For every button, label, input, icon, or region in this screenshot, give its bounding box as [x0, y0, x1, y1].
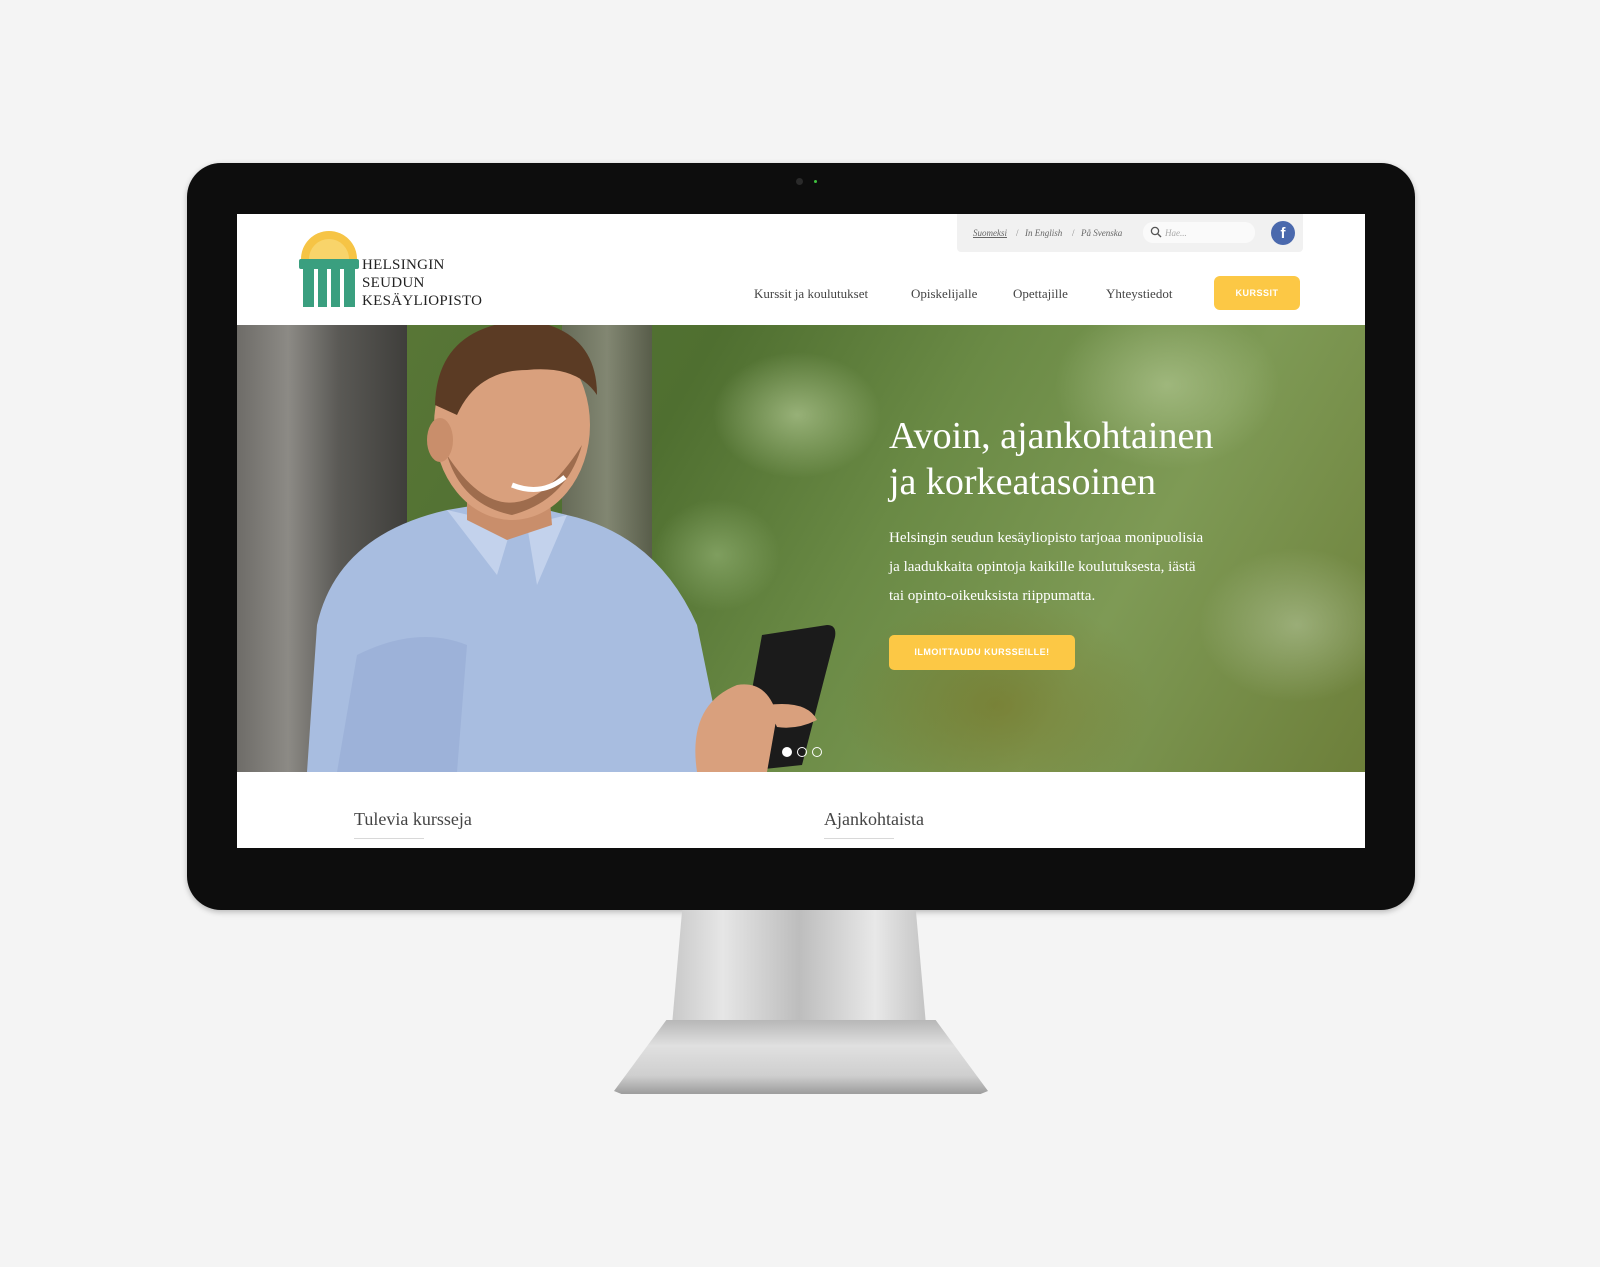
hero-title: Avoin, ajankohtainen ja korkeatasoinen	[889, 413, 1309, 505]
logo-mark-icon	[299, 231, 359, 307]
logo-wordmark: Helsingin Seudun Kesäyliopisto	[362, 256, 482, 310]
logo-line: Helsingin	[362, 257, 445, 273]
heading-divider	[824, 838, 894, 839]
heading-divider	[354, 838, 424, 839]
carousel-dot[interactable]	[797, 747, 807, 757]
language-link-swedish[interactable]: På Svenska	[1081, 228, 1122, 238]
search-icon	[1150, 226, 1162, 238]
kurssit-button[interactable]: KURSSIT	[1214, 276, 1300, 310]
camera-led	[814, 180, 817, 183]
search-box	[1143, 222, 1255, 243]
site-logo[interactable]: Helsingin Seudun Kesäyliopisto	[299, 229, 482, 311]
hero-text-line: ja laadukkaita opintoja kaikille koulutu…	[889, 559, 1196, 575]
camera-icon	[796, 178, 803, 185]
logo-line: Kesäyliopisto	[362, 293, 483, 309]
carousel-dot[interactable]	[782, 747, 792, 757]
search-input[interactable]	[1165, 225, 1249, 240]
carousel-dots	[782, 744, 827, 757]
language-link-finnish[interactable]: Suomeksi	[973, 228, 1007, 238]
language-separator: /	[1016, 228, 1019, 238]
upcoming-courses-heading: Tulevia kursseja	[354, 809, 472, 829]
carousel-dot[interactable]	[812, 747, 822, 757]
language-link-english[interactable]: In English	[1025, 228, 1062, 238]
website-screen: Helsingin Seudun Kesäyliopisto Suomeksi …	[237, 214, 1365, 848]
logo-line: Seudun	[362, 275, 425, 291]
signup-button[interactable]: ILMOITTAUDU KURSSEILLE!	[889, 635, 1075, 670]
language-separator: /	[1072, 228, 1075, 238]
hero-text-line: Helsingin seudun kesäyliopisto tarjoaa m…	[889, 530, 1204, 546]
nav-item-teachers[interactable]: Opettajille	[1013, 286, 1068, 302]
monitor-bezel: Helsingin Seudun Kesäyliopisto Suomeksi …	[187, 163, 1415, 910]
site-header: Helsingin Seudun Kesäyliopisto Suomeksi …	[237, 214, 1365, 325]
news-heading: Ajankohtaista	[824, 809, 924, 829]
monitor-stand-neck	[672, 910, 926, 1025]
facebook-icon[interactable]: f	[1271, 221, 1295, 245]
utility-bar: Suomeksi / In English / På Svenska	[957, 214, 1303, 252]
hero-person-image	[307, 325, 836, 772]
nav-item-contact[interactable]: Yhteystiedot	[1106, 286, 1172, 302]
monitor-stand-foot	[614, 1020, 988, 1094]
hero-description: Helsingin seudun kesäyliopisto tarjoaa m…	[889, 524, 1269, 611]
hero-text-line: tai opinto-oikeuksista riippumatta.	[889, 588, 1096, 604]
hero-title-line: ja korkeatasoinen	[889, 461, 1156, 503]
hero-banner: Avoin, ajankohtainen ja korkeatasoinen H…	[237, 325, 1365, 772]
nav-item-students[interactable]: Opiskelijalle	[911, 286, 977, 302]
hero-title-line: Avoin, ajankohtainen	[889, 415, 1214, 457]
nav-item-courses[interactable]: Kurssit ja koulutukset	[754, 286, 868, 302]
